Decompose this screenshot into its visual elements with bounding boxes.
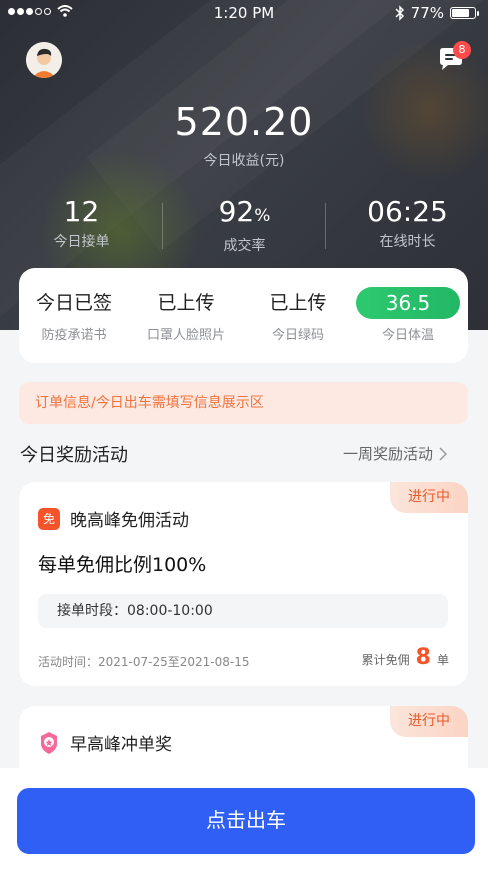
health-item-commitment[interactable]: 今日已签 防疫承诺书 <box>19 290 129 343</box>
stat-value: 12 <box>63 195 100 228</box>
activity-desc: 每单免佣比例100% <box>38 554 207 576</box>
free-count: 累计免佣 8 单 <box>362 645 449 670</box>
free-commission-icon: 免 <box>38 507 60 530</box>
start-driving-button[interactable]: 点击出车 <box>17 788 475 854</box>
chevron-right-icon <box>439 446 448 461</box>
stat-label: 在线时长 <box>379 234 436 250</box>
activity-name: 晚高峰免佣活动 <box>70 511 189 531</box>
stat-label: 今日接单 <box>53 234 110 250</box>
order-info-banner[interactable]: 订单信息/今日出车需填写信息展示区 <box>19 382 468 424</box>
free-count-label: 累计免佣 <box>361 653 410 667</box>
health-label: 口罩人脸照片 <box>146 328 225 343</box>
stat-unit: % <box>254 206 271 226</box>
award-icon <box>41 731 57 754</box>
health-item-green-code[interactable]: 已上传 今日绿码 <box>243 290 353 343</box>
income-value: 520.20 <box>174 100 314 144</box>
stat-value: 06:25 <box>367 195 448 228</box>
stat-orders: 12 今日接单 <box>0 196 163 251</box>
weekly-rewards-link[interactable]: 一周奖励活动 <box>343 443 448 464</box>
health-item-mask-photo[interactable]: 已上传 口罩人脸照片 <box>131 290 241 343</box>
status-badge: 进行中 <box>390 706 468 737</box>
income-label: 今日收益(元) <box>203 153 285 169</box>
temperature-badge: 36.5 <box>356 287 460 319</box>
activity-card[interactable]: 进行中 免 晚高峰免佣活动 每单免佣比例100% 接单时段：08:00-10:0… <box>19 482 468 686</box>
activity-time-range: 接单时段：08:00-10:00 <box>38 594 448 628</box>
health-value: 已上传 <box>157 292 215 314</box>
activity-name: 早高峰冲单奖 <box>70 735 172 755</box>
battery-icon <box>450 7 479 19</box>
health-value: 今日已签 <box>35 292 112 314</box>
section-title: 今日奖励活动 <box>20 445 128 466</box>
health-card: 今日已签 防疫承诺书 已上传 口罩人脸照片 已上传 今日绿码 36.5 今日体温 <box>19 268 468 363</box>
avatar[interactable] <box>26 42 62 78</box>
status-bar: 1:20 PM 77% <box>0 0 488 26</box>
stat-value: 92 <box>218 195 255 228</box>
free-count-value: 8 <box>415 645 431 670</box>
status-badge: 进行中 <box>390 482 468 513</box>
health-item-temperature[interactable]: 36.5 今日体温 <box>353 287 463 343</box>
stat-online-time: 06:25 在线时长 <box>326 196 488 251</box>
health-label: 今日体温 <box>381 328 434 343</box>
free-count-unit: 单 <box>436 653 449 667</box>
health-label: 防疫承诺书 <box>41 328 107 343</box>
bluetooth-icon <box>395 5 404 21</box>
weekly-rewards-label: 一周奖励活动 <box>343 445 434 463</box>
battery-percent: 77% <box>410 4 444 22</box>
stat-conversion: 92% 成交率 <box>163 196 326 255</box>
health-label: 今日绿码 <box>271 328 324 343</box>
message-badge: 8 <box>453 41 471 59</box>
activity-period: 活动时间：2021-07-25至2021-08-15 <box>38 655 250 669</box>
stat-label: 成交率 <box>223 238 266 254</box>
health-value: 已上传 <box>269 292 327 314</box>
